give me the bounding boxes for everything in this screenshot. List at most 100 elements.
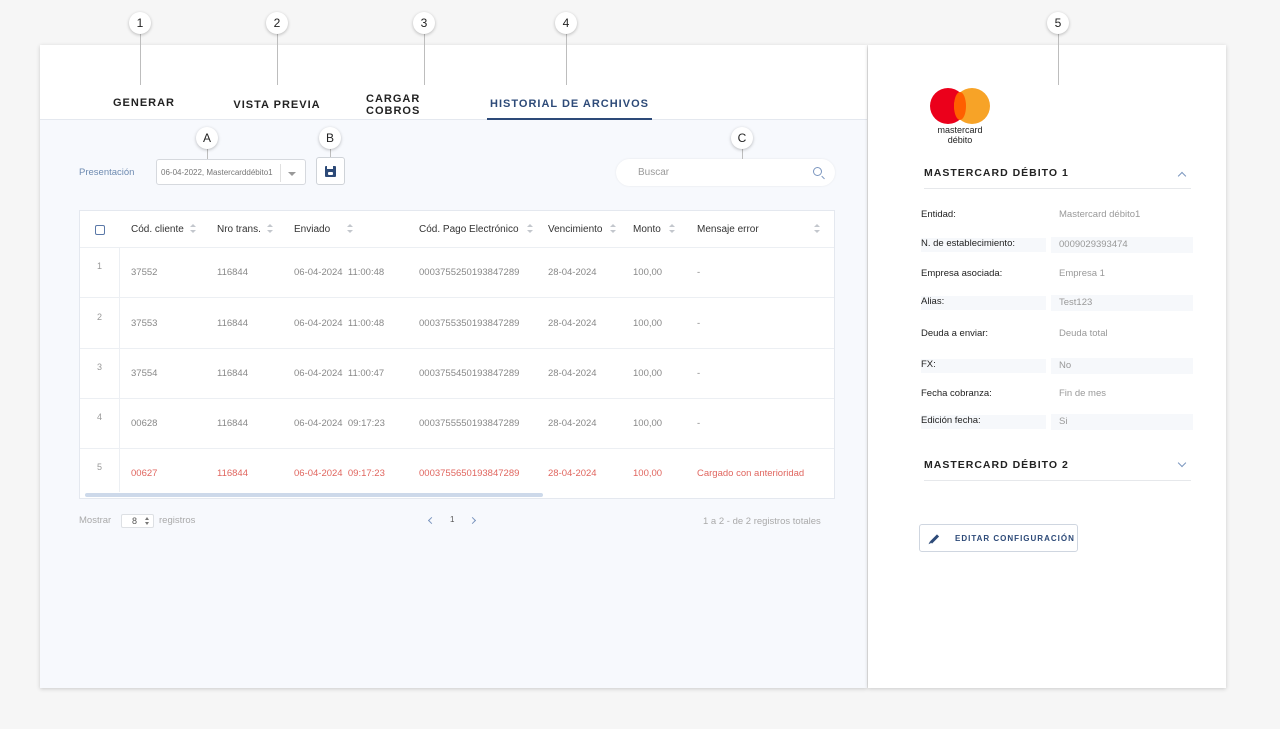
cell-enviado: 06-04-2024 11:00:48 bbox=[294, 318, 385, 329]
sort-icon[interactable] bbox=[669, 224, 675, 235]
presentacion-label: Presentación bbox=[79, 167, 135, 178]
chevron-up-icon[interactable] bbox=[1177, 171, 1187, 181]
side-panel: mastercard débito MASTERCARD DÉBITO 1 En… bbox=[868, 45, 1226, 688]
sort-icon[interactable] bbox=[267, 224, 273, 235]
main-panel: GENERAR VISTA PREVIA CARGAR COBROS HISTO… bbox=[40, 45, 867, 688]
cell-vencimiento: 28-04-2024 bbox=[548, 368, 597, 379]
table-row[interactable]: 2 37553 116844 06-04-2024 11:00:48 00037… bbox=[80, 299, 834, 349]
mastercard-logo: mastercard débito bbox=[930, 88, 990, 148]
callout-line-a bbox=[207, 149, 208, 159]
pagination-summary: 1 a 2 - de 2 registros totales bbox=[703, 516, 821, 527]
chevron-down-icon[interactable] bbox=[1177, 458, 1187, 468]
field-n-establecimiento: N. de establecimiento: 0009029393474 bbox=[921, 237, 1193, 253]
section-title: MASTERCARD DÉBITO 2 bbox=[924, 459, 1069, 471]
tab-cargar-cobros[interactable]: CARGAR COBROS bbox=[366, 89, 474, 120]
pencil-icon bbox=[929, 534, 940, 544]
cell-cliente: 37552 bbox=[131, 267, 158, 278]
presentacion-select[interactable]: 06-04-2022, Mastercarddébito1 bbox=[156, 159, 306, 185]
callout-line-c bbox=[742, 149, 743, 159]
cell-error: - bbox=[697, 418, 701, 429]
callout-line-b bbox=[330, 149, 331, 157]
sort-icon[interactable] bbox=[190, 224, 196, 235]
tab-generar[interactable]: GENERAR bbox=[103, 87, 185, 118]
cell-error: - bbox=[697, 368, 701, 379]
field-fecha-cobranza: Fecha cobranza: Fin de mes bbox=[921, 388, 1106, 399]
callout-1: 1 bbox=[129, 12, 151, 34]
table-header: Cód. cliente Nro trans. Enviado Cód. Pag… bbox=[80, 211, 834, 248]
cell-enviado: 06-04-2024 11:00:48 bbox=[294, 267, 385, 278]
cell-trans: 116844 bbox=[217, 368, 248, 379]
table-row[interactable]: 1 37552 116844 06-04-2024 11:00:48 00037… bbox=[80, 248, 834, 298]
tab-historial-de-archivos[interactable]: HISTORIAL DE ARCHIVOS bbox=[487, 89, 652, 120]
cell-monto: 100,00 bbox=[633, 368, 663, 379]
table-row[interactable]: 4 00628 116844 06-04-2024 09:17:23 00037… bbox=[80, 399, 834, 449]
callout-4: 4 bbox=[555, 12, 577, 34]
spin-up-icon[interactable] bbox=[145, 517, 149, 520]
header-vencimiento[interactable]: Vencimiento bbox=[548, 224, 602, 235]
section-title: MASTERCARD DÉBITO 1 bbox=[924, 167, 1069, 179]
sort-icon[interactable] bbox=[610, 224, 616, 235]
cell-cliente: 00628 bbox=[131, 418, 158, 429]
chevron-down-icon bbox=[288, 172, 296, 176]
cell-cliente: 37554 bbox=[131, 368, 158, 379]
horizontal-scrollbar[interactable] bbox=[80, 492, 834, 498]
history-table: Cód. cliente Nro trans. Enviado Cód. Pag… bbox=[79, 210, 835, 499]
chevron-right-icon[interactable] bbox=[468, 516, 477, 525]
callout-3: 3 bbox=[413, 12, 435, 34]
callout-line-2 bbox=[277, 34, 278, 85]
spin-down-icon[interactable] bbox=[145, 522, 149, 525]
cell-trans: 116844 bbox=[217, 318, 248, 329]
mostrar-label: Mostrar bbox=[79, 515, 112, 526]
cell-cliente: 37553 bbox=[131, 318, 158, 329]
cell-enviado: 06-04-2024 09:17:23 bbox=[294, 418, 385, 429]
row-index: 2 bbox=[97, 312, 103, 322]
callout-line-3 bbox=[424, 34, 425, 85]
cell-monto: 100,00 bbox=[633, 418, 663, 429]
header-nro-trans[interactable]: Nro trans. bbox=[217, 224, 261, 235]
editar-configuracion-button[interactable]: EDITAR CONFIGURACIÓN bbox=[919, 524, 1078, 552]
search-input[interactable] bbox=[638, 164, 798, 181]
per-page-stepper[interactable]: 8 bbox=[121, 514, 154, 528]
field-edicion-fecha: Edición fecha: Si bbox=[921, 414, 1193, 430]
header-mensaje-error[interactable]: Mensaje error bbox=[697, 224, 759, 235]
callout-line-4 bbox=[566, 34, 567, 85]
tab-vista-previa[interactable]: VISTA PREVIA bbox=[230, 89, 324, 120]
tabs-bar: GENERAR VISTA PREVIA CARGAR COBROS HISTO… bbox=[40, 45, 867, 120]
field-alias: Alias: Test123 bbox=[921, 295, 1193, 311]
header-enviado[interactable]: Enviado bbox=[294, 224, 330, 235]
cell-enviado: 06-04-2024 11:00:47 bbox=[294, 368, 385, 379]
callout-a: A bbox=[196, 127, 218, 149]
editar-configuracion-label: EDITAR CONFIGURACIÓN bbox=[955, 534, 1075, 543]
section-mastercard-debito-1[interactable]: MASTERCARD DÉBITO 1 bbox=[924, 165, 1191, 189]
callout-line-1 bbox=[140, 34, 141, 85]
cell-enviado: 06-04-2024 09:17:23 bbox=[294, 468, 385, 479]
cell-vencimiento: 28-04-2024 bbox=[548, 468, 597, 479]
callout-5: 5 bbox=[1047, 12, 1069, 34]
cell-vencimiento: 28-04-2024 bbox=[548, 418, 597, 429]
mastercard-logo-text: mastercard débito bbox=[937, 125, 983, 145]
sort-icon[interactable] bbox=[814, 224, 820, 235]
header-cod-cliente[interactable]: Cód. cliente bbox=[131, 224, 184, 235]
cell-monto: 100,00 bbox=[633, 267, 663, 278]
field-empresa-asociada: Empresa asociada: Empresa 1 bbox=[921, 268, 1105, 279]
field-deuda-a-enviar: Deuda a enviar: Deuda total bbox=[921, 328, 1108, 339]
per-page-value: 8 bbox=[132, 516, 138, 526]
sort-icon[interactable] bbox=[347, 224, 353, 235]
row-index: 3 bbox=[97, 362, 103, 372]
table-row[interactable]: 3 37554 116844 06-04-2024 11:00:47 00037… bbox=[80, 349, 834, 399]
save-button[interactable] bbox=[316, 157, 345, 185]
header-cod-pago-electronico[interactable]: Cód. Pago Electrónico bbox=[419, 224, 519, 235]
cell-pago: 0003755550193847289 bbox=[419, 418, 520, 429]
cell-monto: 100,00 bbox=[633, 468, 663, 479]
search-icon[interactable] bbox=[813, 167, 822, 176]
callout-b: B bbox=[319, 127, 341, 149]
select-all-checkbox[interactable] bbox=[95, 225, 105, 235]
section-mastercard-debito-2[interactable]: MASTERCARD DÉBITO 2 bbox=[924, 457, 1191, 481]
header-monto[interactable]: Monto bbox=[633, 224, 661, 235]
page-number[interactable]: 1 bbox=[450, 515, 454, 524]
chevron-left-icon[interactable] bbox=[427, 516, 436, 525]
sort-icon[interactable] bbox=[527, 224, 533, 235]
search-box bbox=[616, 159, 835, 186]
scrollbar-thumb[interactable] bbox=[85, 493, 543, 497]
callout-c: C bbox=[731, 127, 753, 149]
